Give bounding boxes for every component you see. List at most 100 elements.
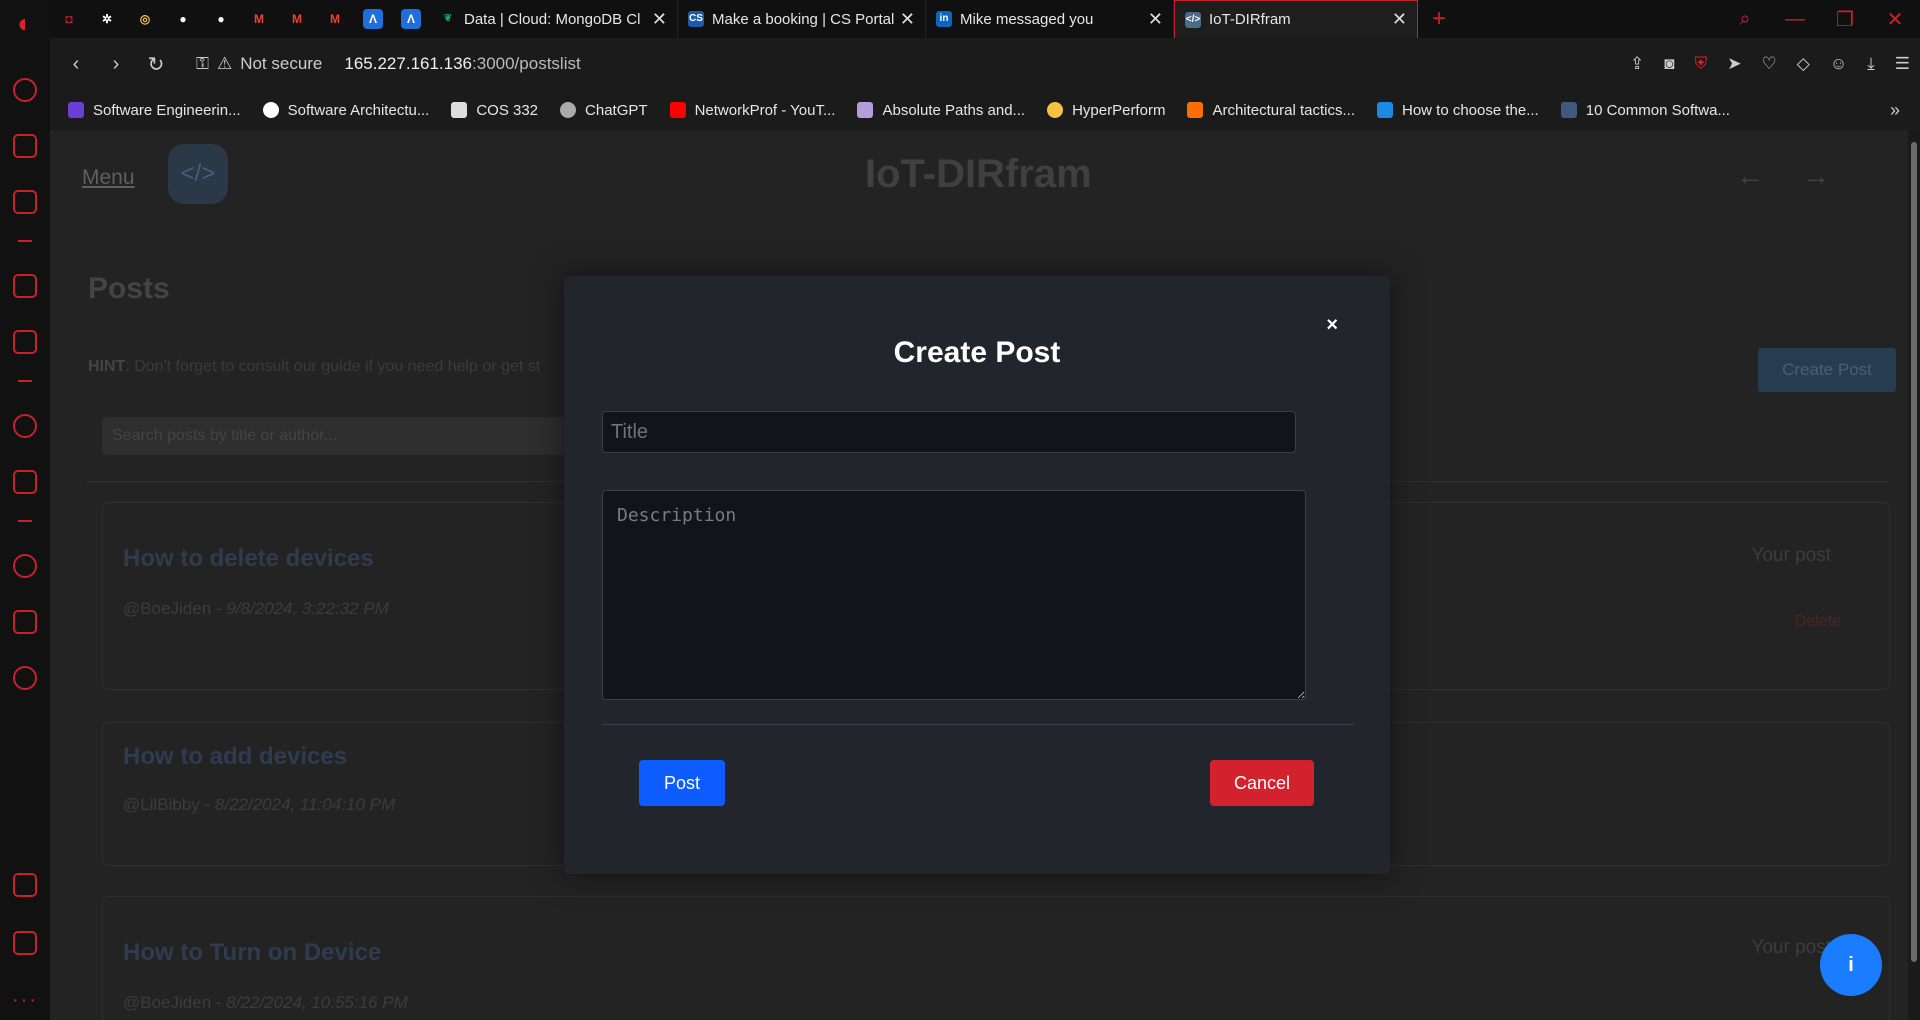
gallery-icon[interactable] bbox=[13, 931, 37, 955]
pinned-tab[interactable]: ✲ bbox=[88, 0, 126, 38]
bookmark-item[interactable]: HyperPerform bbox=[1047, 102, 1165, 119]
bookmark-label: NetworkProf - YouT... bbox=[694, 101, 836, 119]
github-icon: ● bbox=[217, 12, 225, 26]
url-field[interactable]: 165.227.161.136:3000/postslist bbox=[344, 54, 580, 74]
restore-icon[interactable]: ❐ bbox=[1820, 7, 1870, 32]
close-window-icon[interactable]: ✕ bbox=[1870, 7, 1920, 32]
bookmark-item[interactable]: NetworkProf - YouT... bbox=[669, 101, 836, 119]
chatgpt-icon[interactable] bbox=[13, 330, 37, 354]
reload-icon[interactable]: ↻ bbox=[136, 52, 176, 77]
modal-divider bbox=[602, 724, 1354, 725]
arc-icon[interactable] bbox=[13, 274, 37, 298]
bookmark-item[interactable]: Software Engineerin... bbox=[68, 102, 241, 119]
bookmark-item[interactable]: COS 332 bbox=[451, 102, 538, 119]
speed-dial-icon[interactable] bbox=[13, 78, 37, 102]
bookmark-favicon-icon bbox=[68, 102, 84, 118]
mongodb-leaf-icon: ❦ bbox=[443, 13, 453, 24]
pinned-tab[interactable]: M bbox=[278, 0, 316, 38]
pinned-tab[interactable]: Λ bbox=[354, 0, 392, 38]
tools-icon[interactable] bbox=[13, 873, 37, 897]
pinned-tab[interactable]: M bbox=[240, 0, 278, 38]
pinned-tab[interactable]: Λ bbox=[392, 0, 430, 38]
history-icon[interactable] bbox=[13, 554, 37, 578]
security-indicator[interactable]: ⚿ ⚠ Not secure bbox=[196, 54, 322, 74]
gmail-icon: M bbox=[254, 12, 264, 26]
easy-setup-icon[interactable]: ☰ bbox=[1895, 54, 1910, 74]
tab-cs-portal[interactable]: CS Make a booking | CS Portal ✕ bbox=[678, 0, 926, 38]
youtube-icon bbox=[669, 102, 686, 118]
cube-icon[interactable]: ◇ bbox=[1797, 54, 1810, 74]
bookmark-item[interactable]: Software Architectu... bbox=[262, 101, 430, 119]
bookmark-label: HyperPerform bbox=[1072, 101, 1166, 119]
info-button[interactable]: i bbox=[1820, 934, 1882, 996]
more-bookmarks-icon[interactable]: » bbox=[1890, 100, 1900, 121]
atlassian-icon: Λ bbox=[363, 9, 383, 29]
download-icon[interactable]: ⤓ bbox=[1867, 54, 1875, 74]
pinned-tab[interactable]: ● bbox=[202, 0, 240, 38]
page-scrollbar[interactable] bbox=[1908, 130, 1920, 1020]
file-icon bbox=[451, 102, 468, 118]
warning-icon: ⚠ bbox=[216, 54, 233, 73]
bookmark-item[interactable]: How to choose the... bbox=[1376, 101, 1539, 119]
cs-logo-icon: CS bbox=[688, 11, 704, 27]
scrollbar-thumb[interactable] bbox=[1911, 142, 1917, 962]
title-input[interactable] bbox=[602, 411, 1296, 453]
bookmark-favicon-icon bbox=[1560, 102, 1577, 118]
settings-icon[interactable] bbox=[13, 666, 37, 690]
url-host: 165.227.161.136 bbox=[344, 54, 473, 73]
pinned-tab[interactable]: ◎ bbox=[126, 0, 164, 38]
url-path: :3000/postslist bbox=[472, 54, 581, 73]
window-controls: ⌕ — ❐ ✕ bbox=[1720, 0, 1920, 38]
pinned-tab[interactable]: M bbox=[316, 0, 354, 38]
opera-gx-logo-icon[interactable]: ◐ bbox=[10, 8, 40, 38]
back-icon[interactable]: ‹ bbox=[56, 53, 96, 76]
extensions-icon[interactable] bbox=[13, 610, 37, 634]
description-textarea[interactable] bbox=[602, 490, 1306, 700]
heart-icon[interactable]: ♡ bbox=[1762, 54, 1777, 74]
page-content: Menu </> IoT-DIRfram ←→ Posts HINT: Don'… bbox=[50, 130, 1908, 1020]
browser-sidebar: ◐ ··· bbox=[0, 0, 50, 1020]
bookmarks-bar: Software Engineerin... Software Architec… bbox=[50, 90, 1920, 130]
linkedin-icon: in bbox=[936, 11, 952, 27]
close-tab-icon[interactable]: ✕ bbox=[1148, 9, 1163, 30]
bookmark-item[interactable]: Absolute Paths and... bbox=[857, 102, 1025, 119]
bookmark-item[interactable]: ChatGPT bbox=[560, 102, 648, 119]
forward-icon[interactable]: › bbox=[96, 53, 136, 76]
tab-linkedin[interactable]: in Mike messaged you ✕ bbox=[926, 0, 1174, 38]
discord-icon[interactable] bbox=[13, 470, 37, 494]
whatsapp-icon[interactable] bbox=[13, 414, 37, 438]
pinned-tab[interactable]: ● bbox=[164, 0, 202, 38]
post-button[interactable]: Post bbox=[639, 760, 725, 806]
gx-corner-icon[interactable] bbox=[13, 134, 37, 158]
sidebar-separator bbox=[18, 380, 32, 382]
pinned-tab[interactable]: ◘ bbox=[50, 0, 88, 38]
tab-mongodb[interactable]: ❦ Data | Cloud: MongoDB Cl ✕ bbox=[430, 0, 678, 38]
bookmark-item[interactable]: 10 Common Softwa... bbox=[1560, 101, 1730, 119]
toolbar-actions: ⇪ ◙ ⛨ ➤ ♡ ◇ ☺ ⤓ ☰ bbox=[1630, 54, 1910, 74]
bookmark-item[interactable]: Architectural tactics... bbox=[1187, 102, 1355, 119]
close-tab-icon[interactable]: ✕ bbox=[900, 9, 915, 30]
sidebar-separator bbox=[18, 520, 32, 522]
tab-iot-dirfram[interactable]: </> IoT-DIRfram ✕ bbox=[1174, 0, 1418, 38]
send-icon[interactable]: ➤ bbox=[1727, 54, 1741, 74]
bookmark-label: 10 Common Softwa... bbox=[1585, 101, 1730, 119]
bookmark-label: Software Architectu... bbox=[287, 101, 430, 119]
close-tab-icon[interactable]: ✕ bbox=[1392, 9, 1407, 30]
close-icon[interactable]: × bbox=[1326, 314, 1338, 337]
cancel-button[interactable]: Cancel bbox=[1210, 760, 1314, 806]
share-icon[interactable]: ⇪ bbox=[1630, 54, 1644, 74]
google-icon bbox=[262, 102, 279, 118]
bookmark-label: Absolute Paths and... bbox=[882, 101, 1026, 119]
gx-control-icon[interactable] bbox=[13, 190, 37, 214]
more-icon[interactable]: ··· bbox=[12, 989, 38, 1012]
close-tab-icon[interactable]: ✕ bbox=[652, 9, 667, 30]
profile-icon[interactable]: ☺ bbox=[1830, 54, 1847, 74]
adblock-shield-icon[interactable]: ⛨ bbox=[1695, 54, 1708, 74]
camera-icon[interactable]: ◙ bbox=[1664, 54, 1674, 74]
new-tab-icon[interactable]: + bbox=[1432, 5, 1446, 33]
modal-title: Create Post bbox=[893, 336, 1061, 369]
search-tabs-icon[interactable]: ⌕ bbox=[1720, 8, 1770, 31]
tab-title: Mike messaged you bbox=[960, 10, 1094, 28]
minimize-icon[interactable]: — bbox=[1770, 8, 1820, 31]
bookmark-label: How to choose the... bbox=[1401, 101, 1539, 119]
